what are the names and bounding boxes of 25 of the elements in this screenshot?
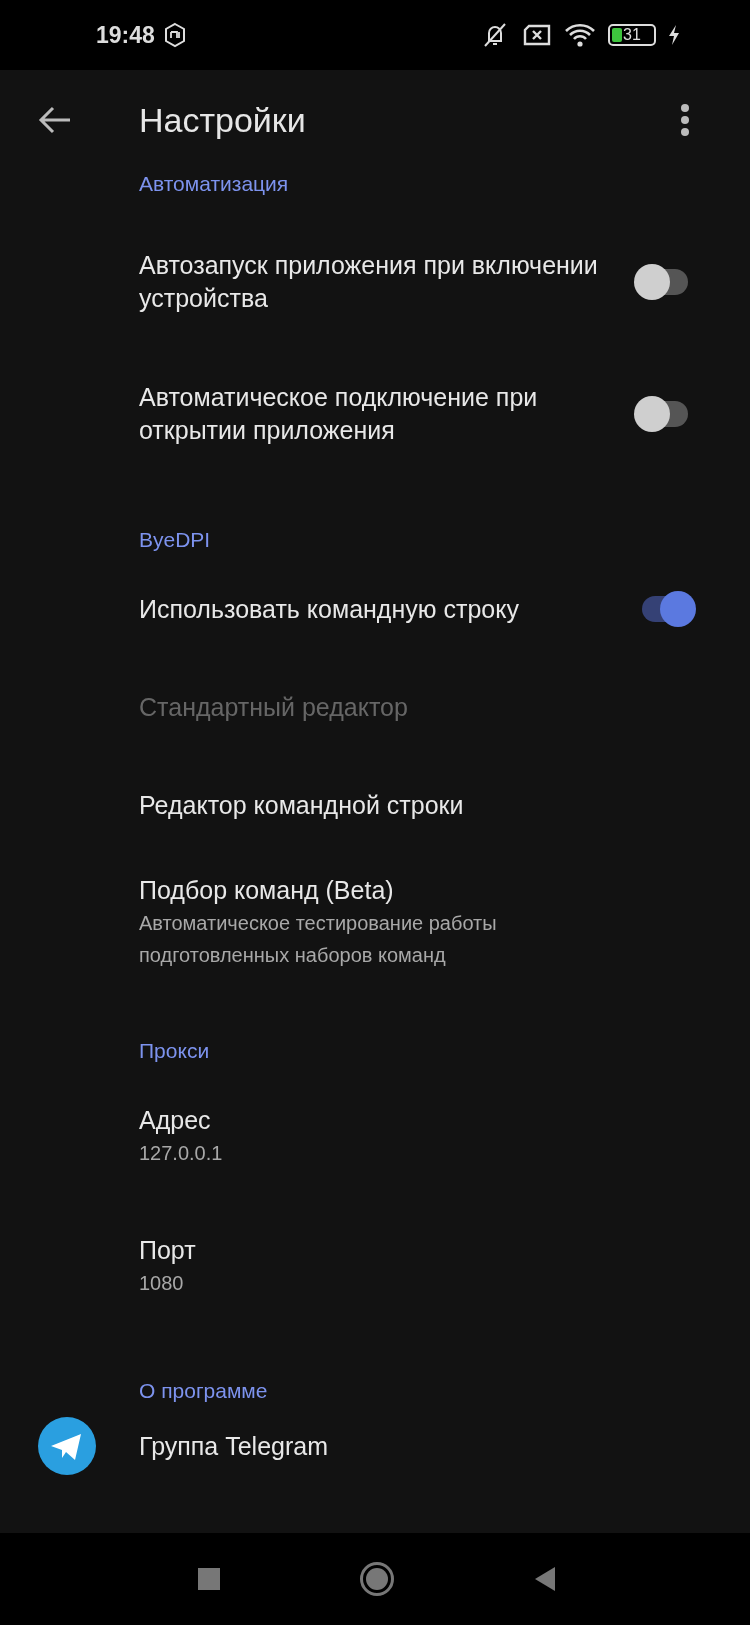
settings-item[interactable]: Использовать командную строку [139,560,698,658]
settings-item[interactable]: Адрес 127.0.0.1 [139,1071,698,1201]
settings-item[interactable]: Редактор командной строки [139,756,698,854]
section-header: ByeDPI [139,528,211,551]
sim-error-icon [522,23,552,47]
settings-item[interactable]: Автоматическое подключение при открытии приложения [139,348,698,480]
status-time: 19:48 [96,21,155,49]
battery-indicator: 31 [608,24,656,46]
paper-plane-icon [38,1417,96,1475]
screen-title: Настройки [139,100,307,140]
charging-bolt-icon [668,24,680,46]
settings-item[interactable]: Группа Telegram [139,1411,698,1481]
home-icon[interactable] [359,1561,395,1597]
wifi-icon [564,22,596,48]
settings-item[interactable]: Подбор команд (Beta) Автоматическое тестирование работы подготовленных наборов команд [139,854,698,991]
settings-item[interactable]: Порт 1080 [139,1201,698,1331]
more-options-icon[interactable] [680,104,690,136]
back-arrow-icon[interactable] [38,105,72,135]
hexagon-logo-icon [162,22,187,48]
section-header: Прокси [139,1039,210,1062]
back-icon[interactable] [533,1565,557,1593]
section-header: Автоматизация [139,172,289,195]
section-header: О программе [139,1379,268,1402]
recents-icon[interactable] [197,1567,221,1591]
settings-item[interactable]: Автозапуск приложения при включении устройства [139,216,698,348]
